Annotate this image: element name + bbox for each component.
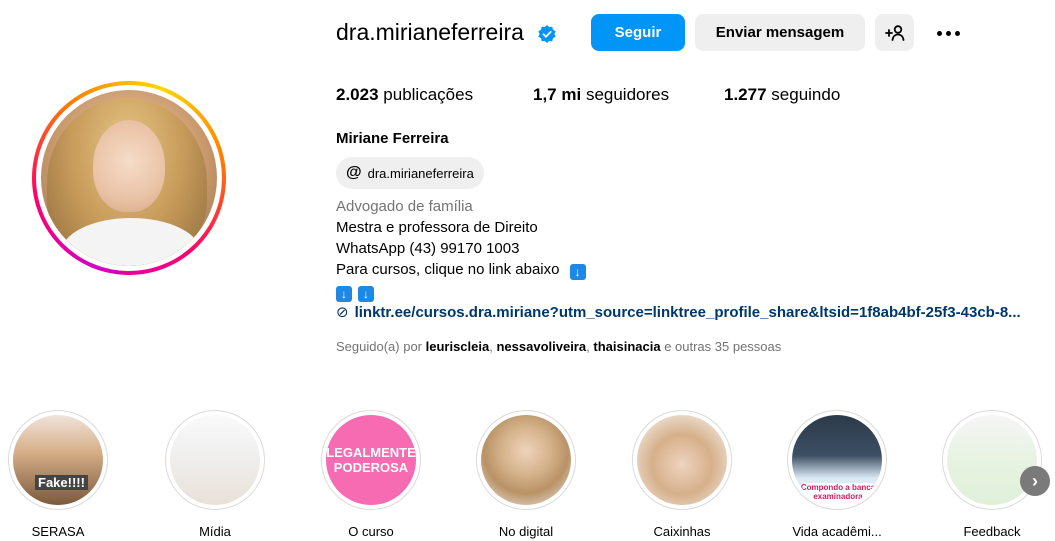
highlight-image: [481, 415, 571, 505]
down-arrow-icon: ↓: [336, 286, 352, 302]
followed-by-prefix: Seguido(a) por: [336, 339, 422, 354]
bio-line: WhatsApp (43) 99170 1003: [336, 240, 520, 257]
highlight-overlay-text: Fake!!!!: [35, 475, 88, 490]
highlight-overlay-text: Compondo a banca examinadora: [800, 483, 876, 501]
highlight-cover-text: LEGALMENTE PODEROSA: [326, 445, 416, 475]
bio-emoji-line: ↓ ↓: [336, 281, 380, 302]
story-highlight-vida-academica[interactable]: Compondo a banca examinadora Vida acadêm…: [785, 410, 889, 539]
highlight-label: SERASA: [31, 524, 85, 539]
highlight-image: [170, 415, 260, 505]
external-link-text: linktr.ee/cursos.dra.miriane?utm_source=…: [354, 304, 1021, 321]
bio-line: Mestra e professora de Direito: [336, 219, 538, 236]
send-message-button[interactable]: Enviar mensagem: [695, 14, 865, 51]
follower-separator: ,: [586, 339, 590, 354]
threads-link-chip[interactable]: @ dra.mirianeferreira: [336, 157, 484, 189]
followers-count-label: seguidores: [585, 85, 670, 104]
highlight-image: Fake!!!!: [13, 415, 103, 505]
link-icon: ⊘: [336, 304, 349, 321]
suggest-accounts-button[interactable]: [875, 14, 914, 51]
bio-line: Para cursos, clique no link abaixo ↓: [336, 259, 592, 280]
highlight-image: Compondo a banca examinadora: [792, 415, 882, 505]
highlight-cover: Compondo a banca examinadora: [787, 410, 887, 510]
verified-badge-icon: [538, 25, 556, 43]
story-highlight-o-curso[interactable]: LEGALMENTE PODEROSA O curso: [319, 410, 423, 539]
highlight-label: Mídia: [199, 524, 231, 539]
threads-icon: @: [346, 164, 362, 181]
highlight-cover: Fake!!!!: [8, 410, 108, 510]
more-options-button[interactable]: [930, 20, 966, 46]
chevron-right-icon: ›: [1032, 470, 1038, 491]
down-arrow-icon: ↓: [569, 264, 586, 280]
follower-name: nessavoliveira: [496, 339, 587, 354]
avatar-photo: [41, 90, 217, 266]
profile-full-name: Miriane Ferreira: [336, 130, 449, 147]
followed-by-suffix: e outras 35 pessoas: [664, 339, 782, 354]
profile-category: Advogado de família: [336, 198, 473, 215]
posts-count-value: 2.023: [336, 85, 379, 104]
following-count-value: 1.277: [724, 85, 767, 104]
highlight-cover: [476, 410, 576, 510]
highlight-image: LEGALMENTE PODEROSA: [326, 415, 416, 505]
avatar-face: [93, 120, 165, 212]
highlight-cover: [632, 410, 732, 510]
highlight-label: Feedback: [963, 524, 1021, 539]
highlights-next-button[interactable]: ›: [1020, 466, 1050, 496]
highlight-image: [637, 415, 727, 505]
following-count[interactable]: 1.277 seguindo: [724, 85, 840, 105]
posts-count-label: publicações: [383, 85, 474, 104]
posts-count: 2.023 publicações: [336, 85, 473, 105]
highlight-cover: LEGALMENTE PODEROSA: [321, 410, 421, 510]
highlight-cover: [942, 410, 1042, 510]
follower-name: leuriscleia: [425, 339, 490, 354]
follow-button[interactable]: Seguir: [591, 14, 685, 51]
highlight-label: Caixinhas: [653, 524, 711, 539]
follower-separator: ,: [489, 339, 493, 354]
profile-avatar[interactable]: [32, 81, 226, 275]
avatar-frame: [36, 85, 222, 271]
story-highlight-serasa[interactable]: Fake!!!! SERASA: [6, 410, 110, 539]
followed-by-text[interactable]: Seguido(a) por leuriscleia, nessavolivei…: [336, 339, 781, 354]
profile-external-link[interactable]: ⊘ linktr.ee/cursos.dra.miriane?utm_source…: [336, 302, 1021, 323]
ellipsis-icon: [954, 30, 960, 36]
followers-count-value: 1,7 mi: [533, 85, 582, 104]
add-person-icon: [884, 24, 904, 41]
story-highlight-caixinhas[interactable]: Caixinhas: [630, 410, 734, 539]
following-count-label: seguindo: [771, 85, 841, 104]
story-highlight-no-digital[interactable]: No digital: [474, 410, 578, 539]
ellipsis-icon: [936, 30, 942, 36]
threads-handle: dra.mirianeferreira: [367, 165, 474, 181]
follower-name: thaisinacia: [593, 339, 661, 354]
highlight-label: O curso: [348, 524, 394, 539]
highlight-label: No digital: [498, 524, 554, 539]
highlight-label: Vida acadêmi...: [792, 524, 882, 539]
highlight-cover: [165, 410, 265, 510]
ellipsis-icon: [945, 30, 951, 36]
down-arrow-icon: ↓: [358, 286, 374, 302]
followers-count[interactable]: 1,7 mi seguidores: [533, 85, 669, 105]
story-highlight-midia[interactable]: Mídia: [163, 410, 267, 539]
bio-line-text: Para cursos, clique no link abaixo: [336, 261, 560, 278]
profile-username: dra.mirianeferreira: [336, 19, 524, 45]
